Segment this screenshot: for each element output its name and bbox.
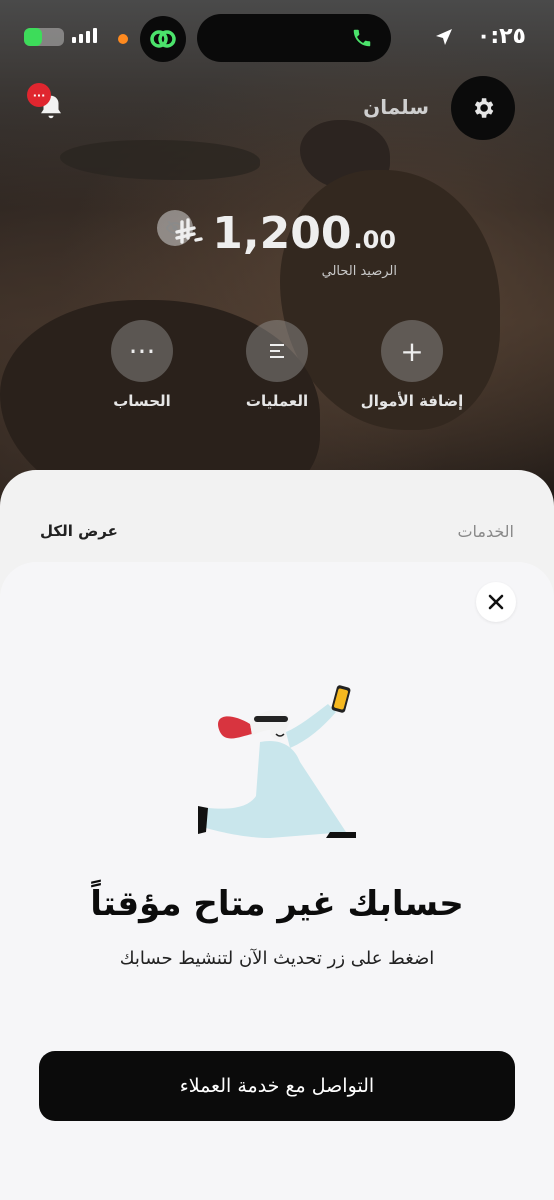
more-dots-icon: ··· — [111, 320, 173, 382]
rock-decoration — [60, 140, 260, 180]
settings-gear-icon — [474, 98, 494, 118]
modal-subtitle: اضغط على زر تحديث الآن لتنشيط حسابك — [119, 948, 435, 969]
balance-label: الرصيد الحالي — [321, 264, 397, 279]
location-arrow-icon — [436, 29, 452, 45]
recording-dot-icon — [118, 34, 128, 44]
account-unavailable-sheet: حسابك غير متاح مؤقتاً اضغط على زر تحديث … — [0, 562, 554, 1200]
signal-icon — [72, 28, 97, 43]
view-all-link[interactable]: عرض الكل — [40, 522, 118, 540]
phone-call-icon — [353, 29, 371, 47]
add-funds-button[interactable]: + إضافة الأموال — [347, 320, 477, 410]
modal-title: حسابك غير متاح مؤقتاً — [90, 884, 464, 924]
status-time: ٠:٢٥ — [476, 24, 526, 49]
balance-decimal: .00 — [353, 226, 396, 254]
notification-badge: ··· — [27, 83, 51, 107]
settings-button[interactable] — [451, 76, 515, 140]
battery-charging-icon — [24, 28, 64, 46]
dynamic-island[interactable] — [197, 14, 391, 62]
contact-support-button[interactable]: التواصل مع خدمة العملاء — [39, 1051, 515, 1121]
balance-amount: 1,200 .00 — [174, 208, 396, 259]
account-label: الحساب — [113, 392, 171, 410]
balance-integer: 1,200 — [212, 208, 352, 259]
transactions-button[interactable]: العمليات — [212, 320, 342, 410]
close-icon — [488, 594, 504, 610]
add-funds-label: إضافة الأموال — [360, 392, 464, 410]
man-taking-selfie-illustration — [198, 685, 356, 838]
username: سلمان — [363, 95, 429, 119]
riyal-symbol — [174, 217, 204, 257]
transactions-list-icon — [246, 320, 308, 382]
transactions-label: العمليات — [245, 392, 309, 410]
app-link-icon[interactable] — [140, 16, 186, 62]
account-button[interactable]: ··· الحساب — [77, 320, 207, 410]
services-title: الخدمات — [457, 522, 514, 541]
plus-icon: + — [381, 320, 443, 382]
close-button[interactable] — [476, 582, 516, 622]
